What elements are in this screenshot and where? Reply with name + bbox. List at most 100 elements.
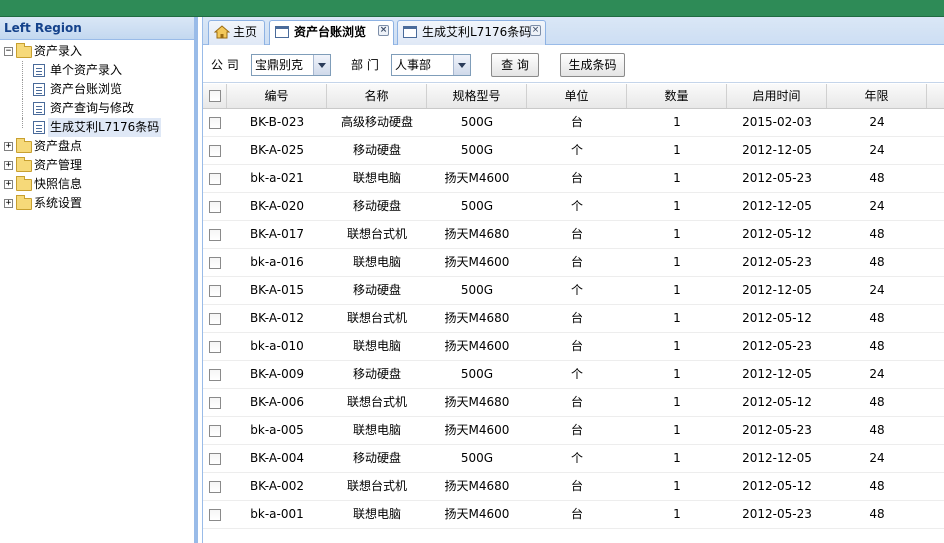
table-row[interactable]: BK-A-020 移动硬盘 500G 个 1 2012-12-05 24 [203, 193, 944, 221]
department-select[interactable]: 人事部 [391, 54, 471, 76]
row-checkbox[interactable] [209, 173, 221, 185]
tab-generate-barcode[interactable]: 生成艾利L7176条码 × [397, 20, 546, 45]
table-cell: 500G [460, 199, 494, 213]
row-select-cell [203, 249, 227, 276]
table-row[interactable]: BK-A-004 移动硬盘 500G 个 1 2012-12-05 24 [203, 445, 944, 473]
table-cell: 1 [673, 199, 681, 213]
table-cell: BK-A-009 [249, 367, 305, 381]
table-cell: 高级移动硬盘 [340, 115, 413, 129]
table-cell: 扬天M4600 [444, 339, 510, 353]
asset-grid: 编号 名称 规格型号 单位 数量 启用时间 年限 BK-B-023 高级移动硬盘 500G 台 1 2… [203, 84, 944, 543]
tab-asset-ledger-label: 资产台账浏览 [294, 25, 367, 39]
tree-folder[interactable]: + 系统设置 [0, 194, 194, 213]
select-all-checkbox[interactable] [209, 90, 221, 102]
table-row[interactable]: bk-a-010 联想电脑 扬天M4600 台 1 2012-05-23 48 [203, 333, 944, 361]
row-checkbox[interactable] [209, 509, 221, 521]
table-row[interactable]: BK-A-006 联想台式机 扬天M4680 台 1 2012-05-12 48 [203, 389, 944, 417]
company-select[interactable]: 宝鼎别克 [251, 54, 331, 76]
row-select-cell [203, 305, 227, 332]
grid-body: BK-B-023 高级移动硬盘 500G 台 1 2015-02-03 24 BK-A-025… [203, 109, 944, 529]
table-cell: 500G [460, 143, 494, 157]
row-checkbox[interactable] [209, 453, 221, 465]
column-header[interactable]: 编号 [227, 84, 327, 108]
table-cell: 1 [673, 451, 681, 465]
row-checkbox[interactable] [209, 201, 221, 213]
table-cell: 联想电脑 [352, 171, 401, 185]
column-header[interactable]: 规格型号 [427, 84, 527, 108]
expand-icon[interactable]: + [4, 161, 13, 170]
table-cell: BK-A-002 [249, 479, 305, 493]
table-cell: BK-B-023 [249, 115, 305, 129]
table-row[interactable]: BK-A-017 联想台式机 扬天M4680 台 1 2012-05-12 48 [203, 221, 944, 249]
table-row[interactable]: BK-A-012 联想台式机 扬天M4680 台 1 2012-05-12 48 [203, 305, 944, 333]
table-cell: 移动硬盘 [352, 367, 401, 381]
filter-toolbar: 公 司 宝鼎别克 部 门 人事部 查 询 生成条码 [203, 45, 944, 83]
table-cell: 1 [673, 311, 681, 325]
table-cell: BK-A-017 [249, 227, 305, 241]
tree-item[interactable]: 资产台账浏览 [0, 80, 194, 99]
row-checkbox[interactable] [209, 397, 221, 409]
collapse-icon[interactable]: − [4, 47, 13, 56]
folder-icon [16, 43, 32, 58]
tree-item[interactable]: 资产查询与修改 [0, 99, 194, 118]
row-checkbox[interactable] [209, 341, 221, 353]
table-cell: 24 [869, 115, 885, 129]
row-checkbox[interactable] [209, 369, 221, 381]
tree-folder[interactable]: + 资产盘点 [0, 137, 194, 156]
table-row[interactable]: BK-B-023 高级移动硬盘 500G 台 1 2015-02-03 24 [203, 109, 944, 137]
expand-icon[interactable]: + [4, 180, 13, 189]
row-checkbox[interactable] [209, 425, 221, 437]
row-checkbox[interactable] [209, 313, 221, 325]
table-row[interactable]: BK-A-025 移动硬盘 500G 个 1 2012-12-05 24 [203, 137, 944, 165]
table-row[interactable]: bk-a-021 联想电脑 扬天M4600 台 1 2012-05-23 48 [203, 165, 944, 193]
tree-item[interactable]: 生成艾利L7176条码 [0, 118, 194, 137]
column-header[interactable]: 数量 [627, 84, 727, 108]
table-cell: 1 [673, 143, 681, 157]
row-checkbox[interactable] [209, 229, 221, 241]
row-checkbox[interactable] [209, 117, 221, 129]
table-cell: 500G [460, 283, 494, 297]
column-header[interactable]: 名称 [327, 84, 427, 108]
table-cell: 500G [460, 367, 494, 381]
table-cell: bk-a-005 [250, 423, 304, 437]
window-icon [275, 26, 289, 38]
table-row[interactable]: BK-A-002 联想台式机 扬天M4680 台 1 2012-05-12 48 [203, 473, 944, 501]
row-checkbox[interactable] [209, 145, 221, 157]
table-cell: 扬天M4680 [444, 227, 510, 241]
expand-icon[interactable]: + [4, 142, 13, 151]
table-cell: 扬天M4680 [444, 311, 510, 325]
row-select-cell [203, 221, 227, 248]
column-header[interactable]: 单位 [527, 84, 627, 108]
close-icon[interactable]: × [378, 25, 389, 36]
table-row[interactable]: bk-a-005 联想电脑 扬天M4600 台 1 2012-05-23 48 [203, 417, 944, 445]
column-header[interactable]: 年限 [827, 84, 927, 108]
column-header[interactable]: 启用时间 [727, 84, 827, 108]
row-checkbox[interactable] [209, 285, 221, 297]
row-checkbox[interactable] [209, 481, 221, 493]
tree-folder[interactable]: − 资产录入 [0, 42, 194, 61]
table-cell: 台 [570, 227, 583, 241]
table-cell: 1 [673, 367, 681, 381]
table-cell: 48 [869, 171, 885, 185]
generate-barcode-button[interactable]: 生成条码 [560, 53, 625, 77]
home-icon [214, 25, 230, 39]
tab-asset-ledger[interactable]: 资产台账浏览 × [269, 20, 394, 46]
table-cell: 48 [869, 227, 885, 241]
query-button[interactable]: 查 询 [491, 53, 539, 77]
table-cell: 扬天M4600 [444, 171, 510, 185]
table-row[interactable]: bk-a-001 联想电脑 扬天M4600 台 1 2012-05-23 48 [203, 501, 944, 529]
close-icon[interactable]: × [530, 25, 541, 36]
tree-item[interactable]: 单个资产录入 [0, 61, 194, 80]
expand-icon[interactable]: + [4, 199, 13, 208]
table-row[interactable]: BK-A-009 移动硬盘 500G 个 1 2012-12-05 24 [203, 361, 944, 389]
row-select-cell [203, 333, 227, 360]
tree-folder[interactable]: + 快照信息 [0, 175, 194, 194]
table-cell: 48 [869, 339, 885, 353]
page-icon [33, 83, 45, 96]
tree-folder[interactable]: + 资产管理 [0, 156, 194, 175]
table-row[interactable]: BK-A-015 移动硬盘 500G 个 1 2012-12-05 24 [203, 277, 944, 305]
table-row[interactable]: bk-a-016 联想电脑 扬天M4600 台 1 2012-05-23 48 [203, 249, 944, 277]
table-cell: 联想台式机 [346, 395, 407, 409]
tab-home[interactable]: 主页 [208, 20, 265, 45]
row-checkbox[interactable] [209, 257, 221, 269]
